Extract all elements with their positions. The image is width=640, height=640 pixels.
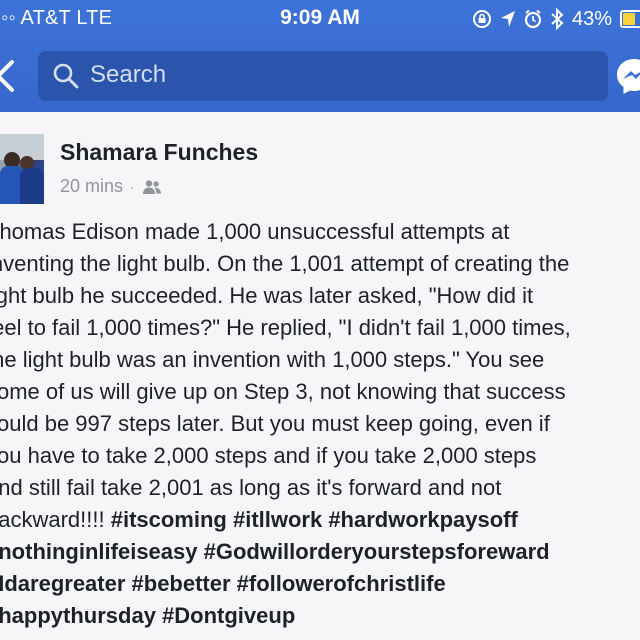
rotation-lock-icon: [472, 10, 491, 28]
hashtag-links[interactable]: #happythursday #Dontgiveup: [0, 600, 640, 632]
post-text-line: some of us will give up on Step 3, not k…: [0, 379, 566, 404]
hashtag-links[interactable]: #itscoming #itllwork #hardworkpaysoff: [111, 507, 518, 532]
status-bar: ◦◦◦ AT&T LTE 9:09 AM 43%: [0, 0, 640, 38]
post-text-line: backward!!!! #itscoming #itllwork #hardw…: [0, 504, 640, 536]
search-placeholder: Search: [90, 61, 167, 88]
hashtag-links[interactable]: #Idaregreater #bebetter #followerofchris…: [0, 568, 640, 600]
battery-icon: [620, 10, 640, 28]
location-arrow-icon: [500, 11, 515, 27]
post-text-line: inventing the light bulb. On the 1,001 a…: [0, 251, 570, 276]
post-body: Thomas Edison made 1,000 unsuccessful at…: [0, 216, 640, 632]
battery-percent: 43%: [571, 7, 612, 30]
post-text-line: and still fail take 2,001 as long as it'…: [0, 475, 502, 500]
post-text-line: you have to take 2,000 steps and if you …: [0, 443, 537, 468]
post-text-line: feel to fail 1,000 times?" He replied, "…: [0, 315, 571, 340]
search-icon: [53, 63, 79, 89]
post-text-line: could be 997 steps later. But you must k…: [0, 411, 550, 436]
bluetooth-icon: [551, 8, 564, 30]
status-icons: 43%: [472, 6, 640, 32]
post-text-segment: backward!!!!: [0, 507, 105, 532]
post-text-line: Thomas Edison made 1,000 unsuccessful at…: [0, 219, 510, 244]
post-text-line: the light bulb was an invention with 1,0…: [0, 347, 545, 372]
alarm-icon: [524, 9, 542, 29]
post-meta: 20 mins ·: [60, 176, 162, 197]
hashtag-links[interactable]: #nothinginlifeiseasy #Godwillorderyourst…: [0, 536, 640, 568]
back-arrow-icon[interactable]: [0, 56, 22, 96]
search-input[interactable]: Search: [38, 51, 608, 101]
avatar[interactable]: [0, 134, 44, 204]
post-time[interactable]: 20 mins: [60, 176, 123, 197]
messenger-icon[interactable]: [614, 56, 640, 96]
friends-audience-icon[interactable]: [142, 179, 162, 195]
meta-separator: ·: [130, 178, 135, 195]
navigation-header: ◦◦◦ AT&T LTE 9:09 AM 43% Search: [0, 0, 640, 112]
post-author-name[interactable]: Shamara Funches: [60, 139, 258, 166]
post-text-line: light bulb he succeeded. He was later as…: [0, 283, 534, 308]
battery-fill: [623, 13, 635, 25]
